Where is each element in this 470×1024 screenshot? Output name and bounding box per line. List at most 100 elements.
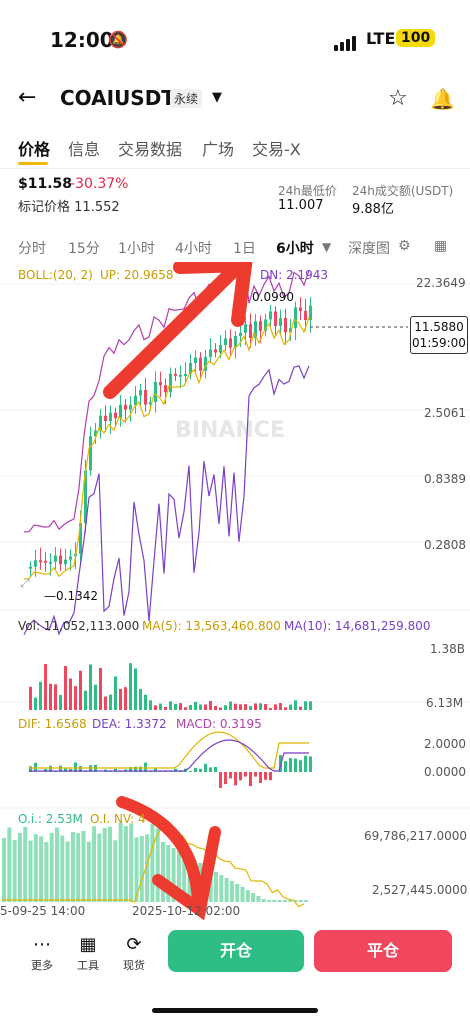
price-change: -30.37% [70, 176, 129, 192]
candle [64, 559, 67, 565]
candle [49, 561, 52, 564]
candle [209, 349, 212, 357]
oi-bar [44, 841, 49, 902]
volume-bar [164, 707, 167, 710]
candle [284, 318, 287, 333]
tab-trade-x[interactable]: 交易-X [252, 136, 301, 160]
oi-bar [102, 827, 107, 902]
volume-bar [274, 704, 277, 710]
depth-chart-tab[interactable]: 深度图 [348, 238, 390, 258]
interval-4h[interactable]: 4小时 [175, 238, 212, 258]
tools-label[interactable]: 工具 [68, 957, 108, 973]
layout-grid-icon[interactable]: ▦ [434, 238, 447, 254]
open-position-button[interactable]: 开仓 [168, 930, 304, 972]
candle [54, 555, 57, 562]
oi-bar [33, 834, 38, 902]
interval-1d[interactable]: 1日 [233, 238, 256, 258]
volume-bar [64, 665, 67, 710]
more-label[interactable]: 更多 [22, 957, 62, 973]
vol-tick-1: 1.38B [430, 642, 465, 656]
expand-icon[interactable]: ⤢ [20, 576, 30, 591]
volume-bar [169, 701, 172, 710]
oi-bar [70, 832, 75, 902]
oi-bar [55, 827, 59, 902]
oi-nv-legend: O.I. NV: 4 [90, 812, 146, 826]
macd-bar [294, 758, 297, 772]
oi-bar [214, 872, 218, 902]
volume-bar [239, 704, 242, 710]
oi-bar [86, 841, 91, 902]
candle [269, 311, 272, 320]
spot-label[interactable]: 现货 [114, 957, 154, 973]
contract-type-badge: 永续 [170, 89, 203, 108]
oi-bar [65, 841, 70, 902]
oi-bar [123, 826, 128, 902]
ma10-legend: MA(10): 14,681,259.800 [284, 619, 431, 633]
macd-bar [229, 772, 232, 779]
low-marker: —0.1342 [44, 589, 98, 603]
oi-bar [49, 832, 54, 902]
back-arrow-icon[interactable]: ← [18, 85, 36, 110]
pair-dropdown-icon[interactable]: ▼ [212, 90, 222, 105]
favorite-star-icon[interactable]: ☆ [388, 86, 408, 111]
close-position-button[interactable]: 平仓 [314, 930, 452, 972]
low-value: 11.007 [278, 198, 324, 213]
notification-bell-icon[interactable]: 🔔 [430, 87, 455, 111]
oi-bar [81, 831, 86, 902]
oi-bar [23, 826, 28, 902]
tab-square[interactable]: 广场 [202, 136, 234, 160]
volume-bar [244, 704, 247, 710]
boll-dn-legend: DN: 2.1943 [260, 268, 329, 282]
volume-bar [204, 704, 207, 710]
interval-time-sharing[interactable]: 分时 [18, 238, 46, 258]
interval-more-icon[interactable]: ▼ [322, 240, 331, 254]
candle [274, 311, 277, 327]
tab-price[interactable]: 价格 [18, 136, 50, 160]
active-tab-indicator [18, 162, 48, 165]
trading-pair[interactable]: COAIUSDT [60, 86, 175, 110]
candle [44, 560, 47, 563]
volume-bar [269, 707, 272, 710]
volume-bar [224, 705, 227, 710]
candle [114, 412, 117, 419]
dea-legend: DEA: 1.3372 [92, 717, 167, 731]
oi-bar [277, 900, 282, 902]
candle [214, 349, 217, 353]
boll-up-legend: UP: 20.9658 [100, 268, 174, 282]
indicator-settings-icon[interactable]: ⚙ [398, 238, 411, 254]
volume-bars [29, 663, 312, 710]
oi-bar [39, 836, 44, 902]
dea-line [29, 739, 309, 772]
interval-15m[interactable]: 15分 [68, 238, 100, 258]
oi-bar [139, 835, 144, 902]
tab-trading-data[interactable]: 交易数据 [118, 136, 182, 160]
tools-grid-icon[interactable]: ▦ [68, 934, 108, 955]
x-tick-2: 2025-10-12 02:00 [132, 904, 241, 918]
volume-bar [254, 703, 257, 710]
candle [279, 318, 282, 327]
spot-exchange-icon[interactable]: ⟳ [114, 934, 154, 955]
tab-info[interactable]: 信息 [68, 136, 100, 160]
candle [129, 405, 132, 410]
volume-value: 9.88亿 [352, 202, 394, 217]
watermark: BINANCE [175, 418, 285, 443]
oi-bar [304, 900, 309, 902]
more-icon[interactable]: ⋯ [22, 934, 62, 955]
interval-6h[interactable]: 6小时 [276, 238, 314, 258]
oi-bar [155, 828, 160, 902]
macd-bar [189, 770, 192, 772]
x-tick-1: 5-09-25 14:00 [0, 904, 86, 918]
macd-tick-1: 2.0000 [424, 737, 466, 751]
volume-bar [294, 700, 297, 710]
interval-1h[interactable]: 1小时 [118, 238, 155, 258]
candle [124, 404, 127, 410]
candle [144, 389, 147, 405]
macd-legend: MACD: 0.3195 [176, 717, 262, 731]
candle [299, 307, 302, 311]
volume-bar [259, 703, 262, 710]
candle [184, 373, 187, 376]
oi-bar [229, 881, 234, 902]
dif-legend: DIF: 1.6568 [18, 717, 87, 731]
volume-bar [54, 684, 57, 710]
volume-bar [109, 694, 112, 710]
